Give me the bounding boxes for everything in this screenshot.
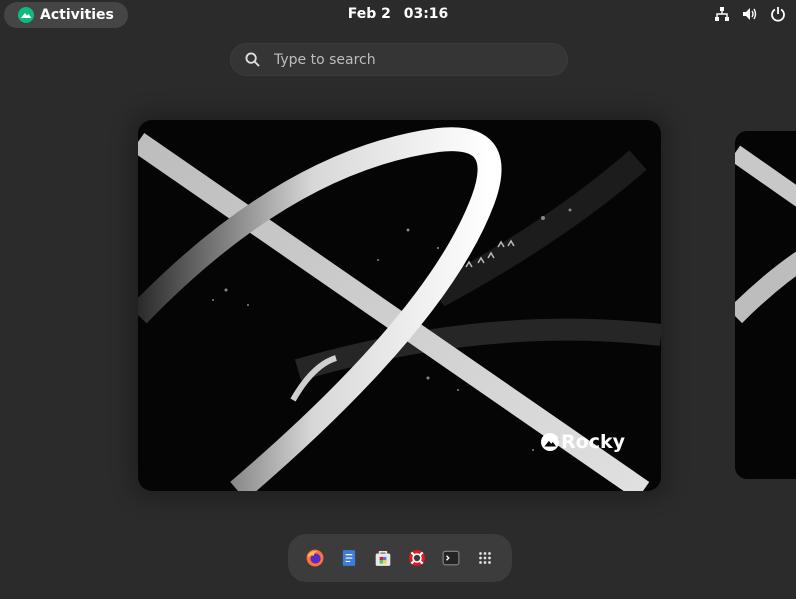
clock[interactable]: Feb 2 03:16: [0, 6, 796, 22]
workspace-thumbnail-next[interactable]: [735, 131, 796, 479]
dash-app-text-editor[interactable]: [340, 549, 358, 567]
power-icon[interactable]: [770, 6, 786, 22]
top-bar: Activities Feb 2 03:16: [0, 0, 796, 30]
terminal-icon: [442, 550, 460, 566]
dash-app-help[interactable]: [408, 549, 426, 567]
software-icon: [375, 551, 391, 566]
search-input[interactable]: [272, 50, 536, 69]
search-icon: [245, 52, 260, 67]
app-grid-icon: [479, 552, 491, 564]
dash: [288, 534, 512, 582]
help-icon: [409, 550, 425, 566]
firefox-icon: [306, 549, 324, 567]
clock-time: 03:16: [403, 6, 449, 22]
volume-icon[interactable]: [742, 6, 758, 22]
dash-app-grid[interactable]: [476, 549, 494, 567]
wallpaper-next: [735, 145, 796, 324]
clock-date: Feb 2: [347, 6, 391, 22]
system-tray[interactable]: [714, 6, 786, 22]
network-icon[interactable]: [714, 6, 730, 22]
dash-app-terminal[interactable]: [442, 549, 460, 567]
text-editor-icon: [342, 550, 356, 566]
workspace-thumbnail-current[interactable]: Rocky: [138, 120, 661, 491]
dash-app-firefox[interactable]: [306, 549, 324, 567]
search-bar[interactable]: [230, 43, 568, 76]
rocky-wallpaper-logo: Rocky: [541, 431, 625, 453]
rocky-mark-icon: [541, 433, 560, 451]
dash-app-software[interactable]: [374, 549, 392, 567]
